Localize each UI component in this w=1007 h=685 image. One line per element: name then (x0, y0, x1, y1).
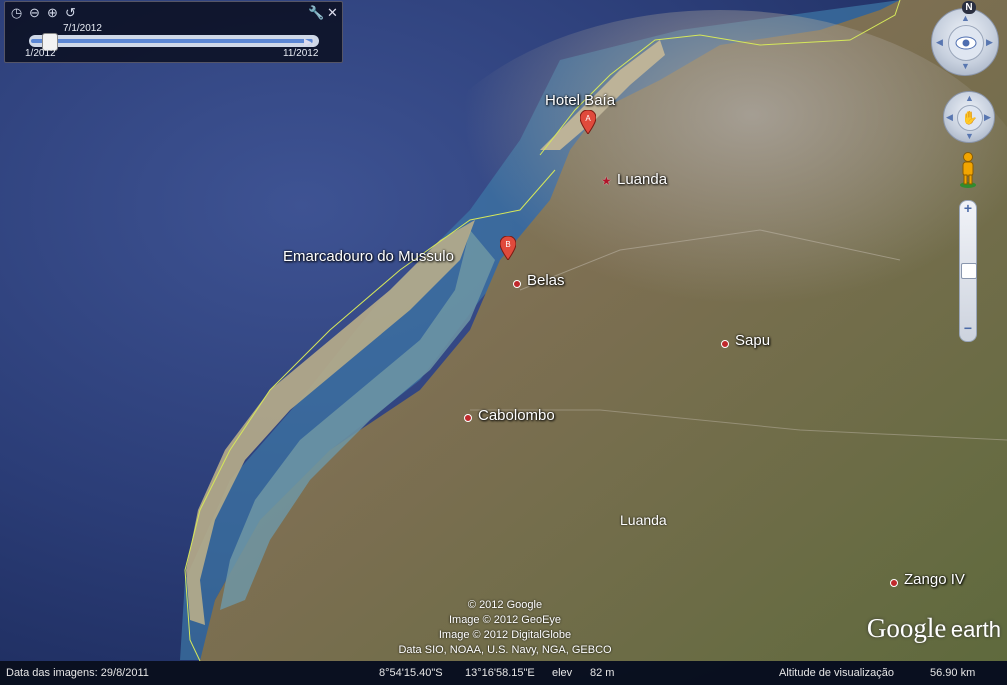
look-down-icon[interactable]: ▼ (961, 61, 970, 71)
placemark-b-pin[interactable]: B (499, 235, 517, 261)
zango-dot (890, 579, 898, 587)
longitude-readout: 13°16'58.15"E (465, 667, 535, 679)
belas-dot (513, 280, 521, 288)
placemark-a-pin[interactable]: A (579, 109, 597, 135)
street-view-pegman-icon[interactable] (958, 151, 978, 189)
logo-earth: earth (950, 617, 1001, 642)
copyright-google: © 2012 Google (467, 599, 543, 611)
eye-altitude-label: Altitude de visualização (779, 667, 894, 679)
zoom-slider[interactable]: + − (959, 200, 977, 342)
clock-icon[interactable]: ◷ (9, 5, 24, 20)
move-right-icon[interactable]: ▶ (984, 112, 991, 123)
google-earth-logo: Google earth (867, 613, 1001, 644)
look-joystick[interactable] (948, 25, 984, 61)
copyright-geoeye: Image © 2012 GeoEye (448, 614, 562, 626)
magnifier-plus-icon[interactable]: ⊕ (45, 5, 60, 20)
wrench-icon[interactable]: 🔧 (308, 5, 324, 20)
sapu-dot (721, 340, 729, 348)
current-date: 7/1/2012 (63, 23, 102, 34)
elevation-value: 82 m (590, 667, 615, 679)
marker-a-letter: A (585, 114, 591, 123)
label-luanda-region[interactable]: Luanda (620, 512, 667, 528)
move-ring[interactable]: ✋ ▲ ▼ ◀ ▶ (943, 91, 995, 143)
elevation-label: elev (552, 667, 573, 679)
label-cabolombo[interactable]: Cabolombo (478, 407, 555, 424)
time-slider-fill (31, 39, 313, 43)
status-bar: Data das imagens: 29/8/2011 8°54'15.40"S… (0, 661, 1007, 685)
move-left-icon[interactable]: ◀ (946, 112, 953, 123)
zoom-in-button[interactable]: + (960, 201, 976, 217)
hand-icon: ✋ (961, 110, 979, 125)
start-date: 1/2012 (25, 48, 56, 59)
historical-imagery-slider: ◷ ⊖ ⊕ ↺ 🔧 ✕ 7/1/2012 ▶| 1/2012 11/2012 (4, 1, 343, 63)
capital-star-icon: ★ (601, 174, 612, 188)
zoom-out-button[interactable]: − (960, 321, 976, 337)
look-right-icon[interactable]: ▶ (986, 37, 993, 48)
eye-altitude-value: 56.90 km (930, 667, 976, 679)
latitude-readout: 8°54'15.40"S (379, 667, 443, 679)
copyright-data-sources: Data SIO, NOAA, U.S. Navy, NGA, GEBCO (398, 644, 612, 656)
end-date: 11/2012 (283, 48, 319, 59)
label-zango[interactable]: Zango IV (904, 571, 965, 588)
move-up-icon[interactable]: ▲ (965, 93, 974, 103)
cabolombo-dot (464, 414, 472, 422)
label-hotel-baia[interactable]: Hotel Baía (545, 92, 615, 109)
marker-b-letter: B (505, 240, 510, 249)
logo-google: Google (866, 613, 947, 643)
magnifier-minus-icon[interactable]: ⊖ (27, 5, 42, 20)
time-slider-track[interactable] (29, 33, 319, 51)
label-luanda-capital[interactable]: Luanda (617, 171, 667, 188)
move-down-icon[interactable]: ▼ (965, 131, 974, 141)
move-joystick[interactable]: ✋ (957, 105, 983, 131)
zoom-slider-thumb[interactable] (961, 263, 977, 279)
close-icon[interactable]: ✕ (327, 5, 338, 20)
look-left-icon[interactable]: ◀ (936, 37, 943, 48)
label-sapu[interactable]: Sapu (735, 332, 770, 349)
satellite-map[interactable] (0, 0, 1007, 685)
imagery-date: Data das imagens: 29/8/2011 (6, 667, 149, 679)
label-belas[interactable]: Belas (527, 272, 565, 289)
copyright-digitalglobe: Image © 2012 DigitalGlobe (438, 629, 572, 641)
look-around-ring[interactable]: ▲ ▼ ◀ ▶ (931, 8, 999, 76)
history-icon[interactable]: ↺ (63, 5, 78, 20)
look-up-icon[interactable]: ▲ (961, 13, 970, 23)
label-emarcadouro[interactable]: Emarcadouro do Mussulo (283, 248, 454, 265)
north-indicator[interactable]: N (962, 1, 976, 14)
